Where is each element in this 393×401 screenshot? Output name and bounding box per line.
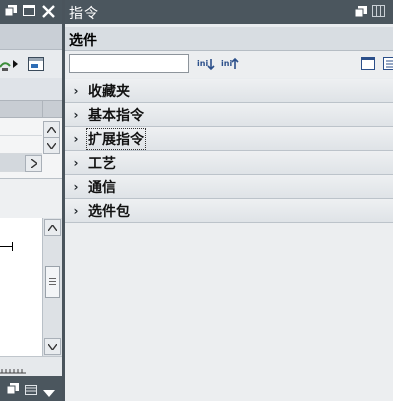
left-pane-toolbar (0, 50, 62, 78)
category-label: 通信 (88, 179, 116, 196)
maximize-icon[interactable] (23, 5, 35, 17)
panel-empty-area (65, 223, 393, 401)
left-table (0, 118, 62, 178)
left-canvas[interactable] (0, 218, 42, 356)
search-toolbar: ini ini (65, 51, 393, 78)
view-list-icon[interactable] (383, 55, 393, 72)
chevron-right-icon[interactable]: › (65, 108, 87, 122)
category-label: 基本指令 (88, 107, 144, 124)
scroll-down-button[interactable] (44, 338, 61, 355)
category-communication[interactable]: › 通信 (65, 175, 393, 199)
chevron-down-icon[interactable] (43, 386, 55, 401)
category-basic-instructions[interactable]: › 基本指令 (65, 103, 393, 127)
left-table-header (0, 100, 62, 119)
scroll-up-button[interactable] (44, 219, 61, 236)
search-up-icon[interactable]: ini (221, 55, 239, 72)
category-technology[interactable]: › 工艺 (65, 151, 393, 175)
chevron-right-icon[interactable]: › (65, 84, 87, 98)
svg-text:ini: ini (197, 59, 208, 68)
view-single-icon[interactable] (361, 55, 375, 72)
left-pane (0, 0, 62, 401)
float-icon[interactable] (354, 6, 367, 22)
instructions-panel: 指令 选件 ini ini › 收藏夹 › 基本指令 › 扩展指令 › 工艺 ›… (65, 0, 393, 401)
options-section-header[interactable]: 选件 (65, 27, 393, 51)
left-pane-header (0, 24, 62, 50)
scroll-up-button[interactable] (43, 121, 60, 138)
float-icon[interactable] (4, 5, 17, 17)
chevron-right-icon[interactable]: › (65, 156, 87, 170)
table-row[interactable] (0, 118, 42, 136)
zoom-ruler (0, 356, 62, 376)
category-label: 选件包 (88, 203, 130, 220)
panel-title: 指令 (69, 6, 99, 22)
vertical-scrollbar[interactable] (42, 218, 62, 356)
search-down-icon[interactable]: ini (197, 55, 215, 72)
layout-icon[interactable] (25, 384, 37, 399)
search-input[interactable] (69, 54, 189, 73)
float-icon[interactable] (6, 383, 19, 399)
chevron-right-icon[interactable]: › (65, 204, 87, 218)
left-pane-titlebar (0, 0, 62, 24)
scroll-thumb[interactable] (45, 266, 60, 298)
scroll-right-button[interactable] (25, 155, 42, 172)
category-label: 工艺 (88, 155, 116, 172)
category-favorites[interactable]: › 收藏夹 (65, 79, 393, 103)
table-row[interactable] (0, 136, 42, 154)
left-properties-area (0, 178, 62, 218)
svg-text:ini: ini (221, 59, 232, 68)
category-extended-instructions[interactable]: › 扩展指令 (65, 127, 393, 151)
monitor-icon[interactable] (28, 57, 45, 77)
instruction-category-list: › 收藏夹 › 基本指令 › 扩展指令 › 工艺 › 通信 › 选件包 (65, 79, 393, 223)
chevron-right-icon[interactable]: › (65, 180, 87, 194)
chevron-right-icon[interactable]: › (65, 132, 87, 146)
panel-titlebar: 指令 (65, 0, 393, 24)
category-optional-packages[interactable]: › 选件包 (65, 199, 393, 223)
category-label: 扩展指令 (86, 127, 146, 150)
dropdown-arrow-icon[interactable] (13, 57, 19, 72)
options-label: 选件 (69, 33, 97, 49)
go-online-icon[interactable] (0, 58, 14, 76)
close-icon[interactable] (42, 5, 55, 18)
category-label: 收藏夹 (88, 83, 130, 100)
split-view-icon[interactable] (372, 5, 386, 22)
scroll-down-button[interactable] (43, 137, 60, 154)
left-pane-footer (0, 376, 62, 401)
